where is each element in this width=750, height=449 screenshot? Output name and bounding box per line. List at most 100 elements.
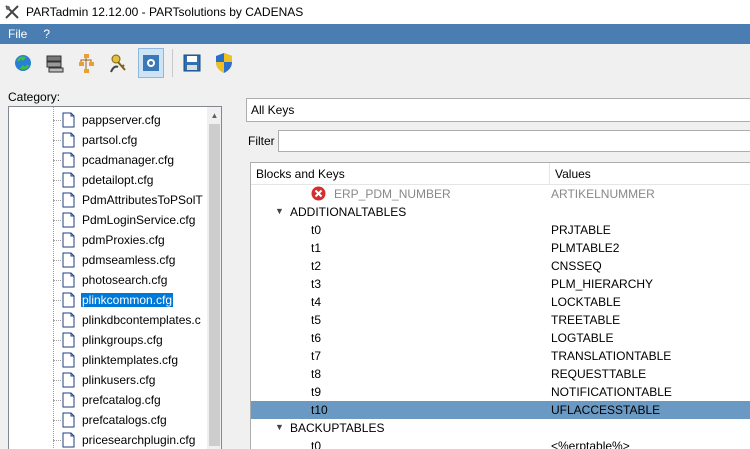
- category-tree[interactable]: pappserver.cfg partsol.cfg pcadmanager.cfg…: [8, 106, 222, 449]
- category-item[interactable]: pcadmanager.cfg: [9, 150, 209, 170]
- grid-row[interactable]: t6 LOGTABLE: [251, 329, 750, 347]
- structure-button[interactable]: [74, 48, 100, 78]
- grid-row[interactable]: t4 LOCKTABLE: [251, 293, 750, 311]
- tree-connector: [53, 140, 61, 141]
- grid-block-name: BACKUPTABLES: [290, 421, 385, 435]
- category-item-label: plinkcommon.cfg: [79, 292, 175, 308]
- category-item[interactable]: partsol.cfg: [9, 130, 209, 150]
- tree-connector: [53, 400, 61, 401]
- grid-value: PRJTABLE: [551, 223, 611, 237]
- menu-file[interactable]: File: [0, 24, 35, 44]
- grid-value: PLMTABLE2: [551, 241, 620, 255]
- shield-button[interactable]: [211, 48, 237, 78]
- category-item-label: pdmseamless.cfg: [82, 253, 176, 267]
- tree-connector: [53, 300, 61, 301]
- keys-grid[interactable]: Blocks and Keys Values ERP_PDM_NUMBER ART…: [250, 162, 750, 449]
- category-item[interactable]: plinkdbcontemplates.c: [9, 310, 209, 330]
- grid-row[interactable]: t8 REQUESTTABLE: [251, 365, 750, 383]
- category-item[interactable]: plinkcommon.cfg: [9, 290, 209, 310]
- grid-row[interactable]: t1 PLMTABLE2: [251, 239, 750, 257]
- scrollbar-thumb[interactable]: [209, 124, 220, 446]
- grid-row-error[interactable]: ERP_PDM_NUMBER ARTIKELNUMMER: [251, 185, 750, 203]
- key-user-icon: [110, 54, 126, 73]
- grid-row[interactable]: t3 PLM_HIERARCHY: [251, 275, 750, 293]
- save-button[interactable]: [179, 48, 205, 78]
- collapse-arrow-icon[interactable]: ▼: [275, 206, 285, 216]
- grid-key: t0: [311, 223, 322, 237]
- grid-value: NOTIFICATIONTABLE: [551, 385, 672, 399]
- save-icon: [183, 54, 201, 72]
- tree-connector: [53, 380, 61, 381]
- category-item[interactable]: pdmseamless.cfg: [9, 250, 209, 270]
- scroll-up-arrow-icon[interactable]: ▲: [207, 107, 221, 124]
- category-item[interactable]: pricesearchplugin.cfg: [9, 430, 209, 449]
- grid-row[interactable]: t2 CNSSEQ: [251, 257, 750, 275]
- file-icon: [62, 172, 75, 188]
- tree-connector: [53, 440, 61, 441]
- tree-connector: [53, 120, 61, 121]
- category-item[interactable]: prefcatalog.cfg: [9, 390, 209, 410]
- grid-block-row[interactable]: ▼ BACKUPTABLES: [251, 419, 750, 437]
- category-item[interactable]: pdmProxies.cfg: [9, 230, 209, 250]
- file-icon: [62, 152, 75, 168]
- tree-connector: [53, 340, 61, 341]
- server-button[interactable]: [42, 48, 68, 78]
- keys-combo[interactable]: All Keys: [246, 98, 750, 122]
- tree-connector: [53, 200, 61, 201]
- category-item-label: pappserver.cfg: [82, 113, 161, 127]
- window-title: PARTadmin 12.12.00 - PARTsolutions by CA…: [26, 5, 304, 19]
- grid-key: t4: [311, 295, 322, 309]
- category-item-label: pdmProxies.cfg: [82, 233, 165, 247]
- file-icon: [62, 372, 75, 388]
- file-icon: [62, 292, 75, 308]
- category-item-label: prefcatalog.cfg: [82, 393, 161, 407]
- refresh-button[interactable]: [10, 48, 36, 78]
- tree-connector: [53, 240, 61, 241]
- tree-connector: [53, 420, 61, 421]
- category-item[interactable]: photosearch.cfg: [9, 270, 209, 290]
- tree-connector: [53, 260, 61, 261]
- grid-row[interactable]: t5 TREETABLE: [251, 311, 750, 329]
- file-icon: [62, 332, 75, 348]
- column-header-keys[interactable]: Blocks and Keys: [251, 163, 550, 185]
- grid-row[interactable]: t0 PRJTABLE: [251, 221, 750, 239]
- tree-connector: [53, 280, 61, 281]
- error-icon: [311, 186, 326, 201]
- column-header-values[interactable]: Values: [550, 163, 750, 185]
- category-item[interactable]: PdmAttributesToPSolT: [9, 190, 209, 210]
- category-item-label: plinktemplates.cfg: [82, 353, 179, 367]
- grid-row[interactable]: t9 NOTIFICATIONTABLE: [251, 383, 750, 401]
- grid-row[interactable]: t0 <%erptable%>: [251, 437, 750, 449]
- collapse-arrow-icon[interactable]: ▼: [275, 422, 285, 432]
- file-icon: [62, 252, 75, 268]
- menu-help[interactable]: ?: [35, 24, 58, 44]
- grid-value: TRANSLATIONTABLE: [551, 349, 672, 363]
- key-user-button[interactable]: [106, 48, 132, 78]
- category-item[interactable]: plinkusers.cfg: [9, 370, 209, 390]
- grid-value: TREETABLE: [551, 313, 621, 327]
- category-item[interactable]: plinkgroups.cfg: [9, 330, 209, 350]
- grid-value: LOCKTABLE: [551, 295, 621, 309]
- filter-input[interactable]: [278, 130, 750, 152]
- category-item[interactable]: pdetailopt.cfg: [9, 170, 209, 190]
- grid-key: t8: [311, 367, 322, 381]
- file-icon: [62, 312, 75, 328]
- grid-key: t3: [311, 277, 322, 291]
- category-item[interactable]: plinktemplates.cfg: [9, 350, 209, 370]
- grid-key: t1: [311, 241, 322, 255]
- refresh-globe-icon: [15, 55, 31, 71]
- category-item[interactable]: PdmLoginService.cfg: [9, 210, 209, 230]
- structure-icon: [79, 54, 94, 73]
- menu-bar: File ?: [0, 24, 750, 44]
- settings-button[interactable]: [138, 48, 164, 78]
- grid-row[interactable]: t7 TRANSLATIONTABLE: [251, 347, 750, 365]
- category-item-label: plinkdbcontemplates.c: [82, 313, 201, 327]
- grid-row[interactable]: t10 UFLACCESSTABLE: [251, 401, 750, 419]
- category-scrollbar[interactable]: ▲: [207, 107, 221, 449]
- grid-block-row[interactable]: ▼ ADDITIONALTABLES: [251, 203, 750, 221]
- file-icon: [62, 412, 75, 428]
- grid-key: t6: [311, 331, 322, 345]
- app-icon: [5, 5, 19, 19]
- category-item[interactable]: prefcatalogs.cfg: [9, 410, 209, 430]
- category-item[interactable]: pappserver.cfg: [9, 110, 209, 130]
